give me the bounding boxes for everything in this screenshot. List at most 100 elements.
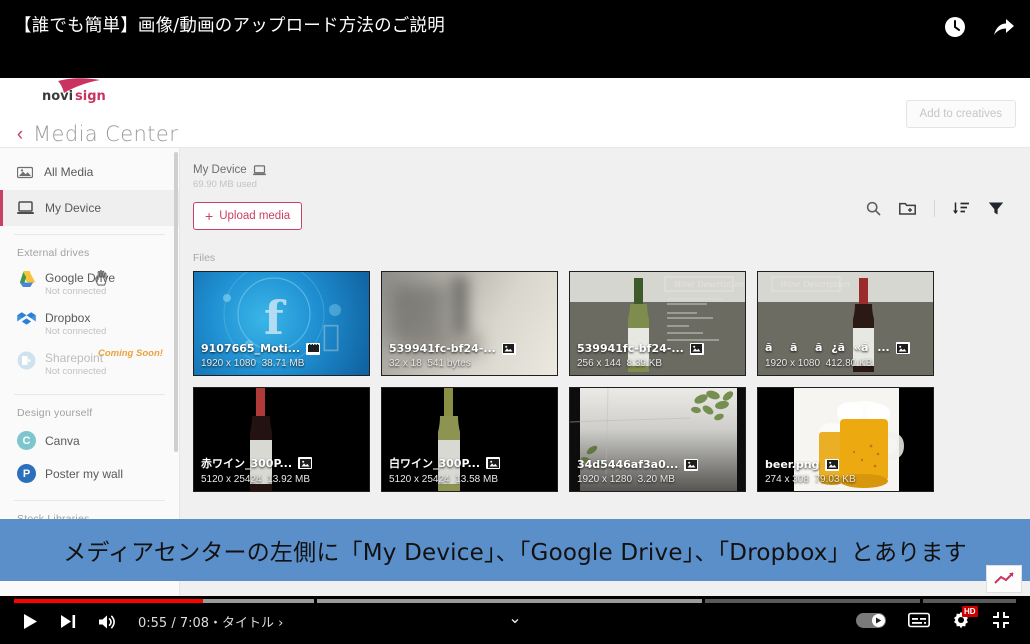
tile-meta: 赤ワイン_300P... 5120 x 25424 13.92 MB xyxy=(194,455,369,491)
main-toolbar xyxy=(866,200,1004,217)
file-name: 赤ワイン_300P... xyxy=(201,457,293,470)
autoplay-knob xyxy=(872,613,885,627)
svg-text:Wine Description: Wine Description xyxy=(780,280,850,289)
sidebar-item-all-media[interactable]: All Media xyxy=(0,154,179,190)
tile-name-row: 9107665_Moti... xyxy=(201,342,369,355)
file-dimensions-size: 256 x 144 8.39 KB xyxy=(577,358,745,369)
share-icon[interactable] xyxy=(990,14,1016,40)
tile-name-row: 34d5446af3a0... xyxy=(577,458,745,471)
tile-meta: 9107665_Moti... 1920 x 1080 38.71 MB xyxy=(194,342,369,375)
video-title: 【誰でも簡単】画像/動画のアップロード方法のご説明 xyxy=(14,16,445,36)
coming-soon-badge: Coming Soon! xyxy=(98,348,163,359)
sidebar-scrollbar[interactable] xyxy=(174,152,178,452)
sidebar-item-poster-my-wall[interactable]: P Poster my wall xyxy=(0,459,179,492)
sort-icon[interactable] xyxy=(953,201,970,216)
svg-text:sign: sign xyxy=(75,89,106,104)
tile-meta: 539941fc-bf24-... 32 x 18 541 bytes xyxy=(382,342,557,375)
new-folder-icon[interactable] xyxy=(899,201,916,216)
sidebar-item-dropbox[interactable]: Dropbox Not connected xyxy=(0,306,179,346)
player-top-actions xyxy=(942,14,1016,40)
svg-text:novi: novi xyxy=(42,89,73,104)
file-dimensions-size: 32 x 18 541 bytes xyxy=(389,358,557,369)
files-section-label: Files xyxy=(193,252,216,264)
tile-meta: beer.png 274 x 308 79.03 KB xyxy=(758,458,933,491)
player-right-controls: HD xyxy=(856,606,1010,629)
file-name: 34d5446af3a0... xyxy=(577,458,679,471)
clock-icon[interactable] xyxy=(942,14,968,40)
channel-watermark[interactable] xyxy=(986,565,1022,593)
sidebar-item-canva[interactable]: C Canva xyxy=(0,426,179,459)
sidebar-item-my-device[interactable]: My Device xyxy=(0,190,179,226)
file-tile[interactable]: Wine Description ããã¿ã«ã... xyxy=(757,271,934,376)
chapter-segment[interactable] xyxy=(923,599,1016,603)
chevron-left-icon[interactable]: ‹ xyxy=(14,125,26,144)
file-name: ããã¿ã«ã... xyxy=(765,341,890,354)
next-video-button[interactable] xyxy=(60,614,77,629)
file-dimensions-size: 274 x 308 79.03 KB xyxy=(765,474,933,485)
picture-icon xyxy=(691,344,703,353)
subtitles-button[interactable] xyxy=(908,612,930,628)
file-name: 539941fc-bf24-... xyxy=(577,342,684,355)
drive-label: Dropbox xyxy=(45,311,91,325)
canva-initial: C xyxy=(22,434,31,447)
file-tile[interactable]: beer.png 274 x 308 79.03 KB xyxy=(757,387,934,492)
file-tile[interactable]: f  9107665_Moti... xyxy=(193,271,370,376)
volume-button[interactable] xyxy=(98,614,117,630)
sidebar-group-design-yourself: Design yourself xyxy=(17,407,93,419)
file-dims: 1920 x 1080 xyxy=(765,358,821,369)
play-button[interactable] xyxy=(22,613,39,630)
chapter-segment[interactable] xyxy=(705,599,920,603)
progress-bar[interactable] xyxy=(14,599,1016,603)
novisign-logo-svg: novi sign xyxy=(42,78,106,104)
picture-icon xyxy=(503,344,515,353)
tile-name-row: 539941fc-bf24-... xyxy=(577,342,745,355)
search-icon[interactable] xyxy=(866,201,881,216)
player-bottom-bar: 0:55 / 7:08・タイトル › ⌄ HD xyxy=(0,596,1030,644)
all-media-icon xyxy=(17,166,33,179)
time-display: 0:55 / 7:08・タイトル › xyxy=(138,616,284,631)
file-size: 79.03 KB xyxy=(814,474,856,485)
sidebar-item-label: All Media xyxy=(44,165,94,179)
files-grid: f  9107665_Moti... xyxy=(180,271,1030,492)
picture-icon xyxy=(685,460,697,469)
file-name: 白ワイン_300P... xyxy=(389,457,481,470)
file-tile[interactable]: Wine Description 539941fc-bf24-... 256 x… xyxy=(569,271,746,376)
file-dims: 256 x 144 xyxy=(577,358,621,369)
play-icon xyxy=(24,614,37,629)
sidebar-item-google-drive[interactable]: Google Drive Not connected xyxy=(0,266,179,306)
autoplay-switch xyxy=(856,612,886,628)
device-title: My Device xyxy=(193,164,247,176)
file-size: 8.39 KB xyxy=(626,358,663,369)
file-tile[interactable]: 34d5446af3a0... 1920 x 1280 3.20 MB xyxy=(569,387,746,492)
tile-name-row: 白ワイン_300P... xyxy=(389,455,557,471)
file-tile[interactable]: 白ワイン_300P... 5120 x 25424 13.58 MB xyxy=(381,387,558,492)
image-type-icon xyxy=(298,457,313,469)
film-icon xyxy=(307,344,319,352)
tile-name-row: ããã¿ã«ã... xyxy=(765,341,933,355)
laptop-icon xyxy=(252,164,266,175)
chapter-segment[interactable] xyxy=(14,599,314,603)
filter-icon[interactable] xyxy=(988,201,1004,216)
sidebar-item-label: My Device xyxy=(45,201,102,215)
file-size: 412.80 KB xyxy=(825,358,873,369)
tile-meta: 539941fc-bf24-... 256 x 144 8.39 KB xyxy=(570,342,745,375)
play-small-icon xyxy=(876,617,882,623)
chevron-down-icon[interactable]: ⌄ xyxy=(508,608,521,628)
file-dims: 274 x 308 xyxy=(765,474,809,485)
file-tile[interactable]: 赤ワイン_300P... 5120 x 25424 13.92 MB xyxy=(193,387,370,492)
subtitle-overlay: メディアセンターの左側に「My Device」、「Google Drive」、「… xyxy=(0,519,1030,581)
upload-media-button[interactable]: + Upload media xyxy=(193,202,303,230)
chapter-segment[interactable] xyxy=(317,599,702,603)
dropbox-icon xyxy=(17,312,36,325)
add-to-creatives-button[interactable]: Add to creatives xyxy=(905,100,1016,128)
file-tile[interactable]: 539941fc-bf24-... 32 x 18 541 bytes xyxy=(381,271,558,376)
main-header: My Device 69.90 MB used + Upload media xyxy=(180,148,1030,230)
sharepoint-icon xyxy=(17,351,36,370)
novisign-logo: novi sign xyxy=(30,78,125,104)
video-type-icon xyxy=(306,342,321,355)
hand-cursor-icon xyxy=(95,270,107,286)
autoplay-toggle[interactable] xyxy=(856,612,886,628)
drive-status: Not connected xyxy=(45,326,107,337)
settings-button[interactable]: HD xyxy=(952,606,978,629)
exit-fullscreen-button[interactable] xyxy=(992,611,1010,629)
